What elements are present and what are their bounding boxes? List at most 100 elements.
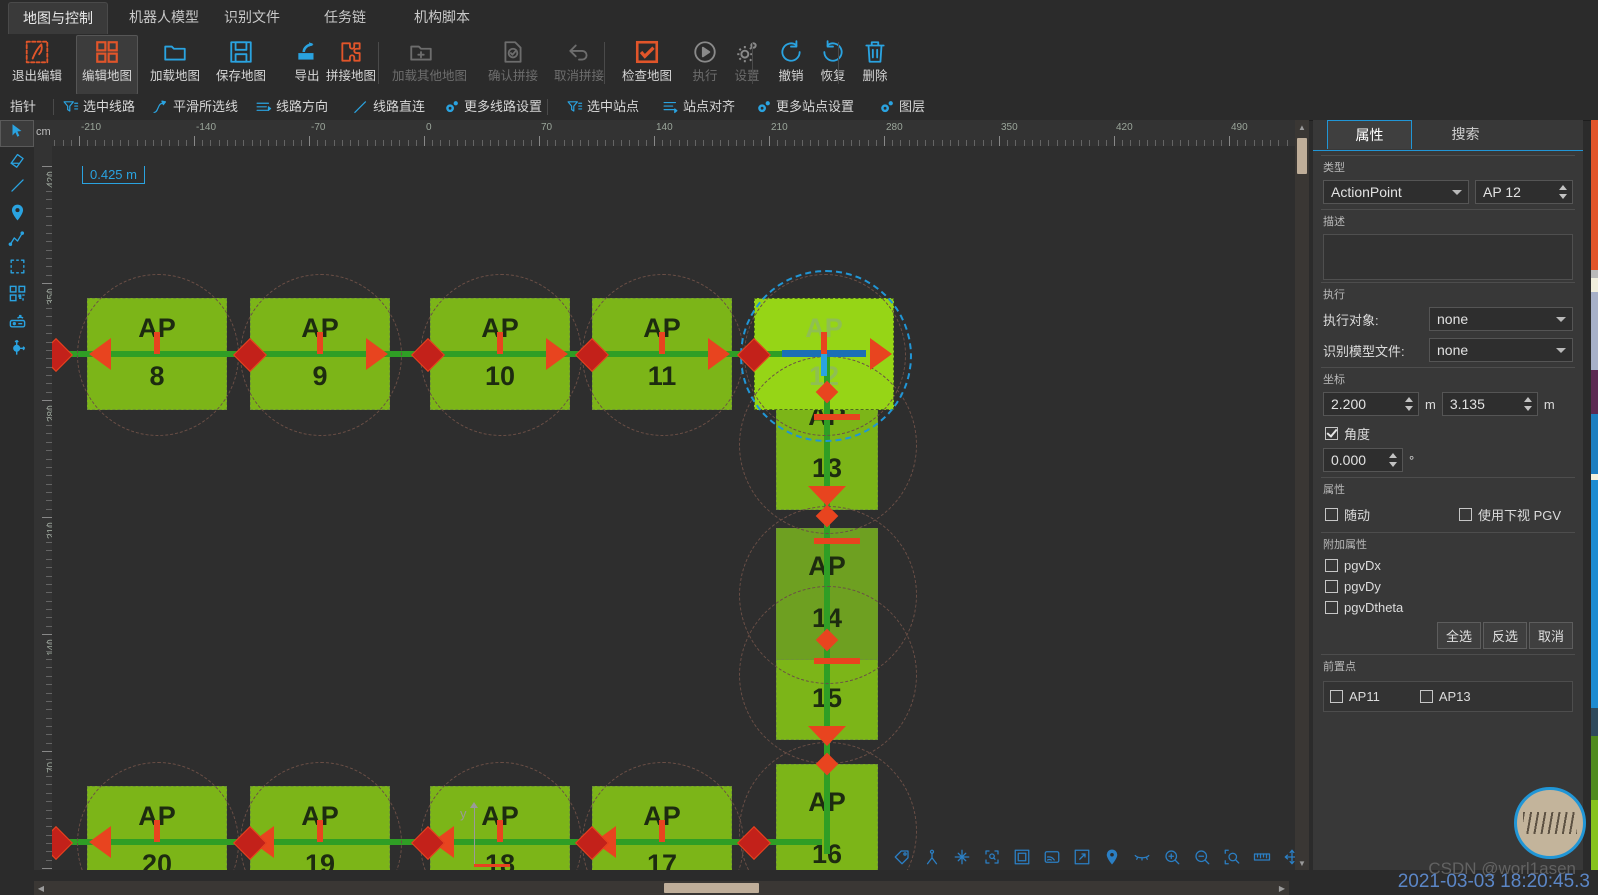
clear-selection-button[interactable]: 取消 xyxy=(1528,622,1573,649)
vertical-scroll-thumb[interactable] xyxy=(1297,138,1307,174)
description-textarea[interactable] xyxy=(1323,234,1573,280)
ruler-tick xyxy=(654,136,655,146)
fit-screen-icon[interactable] xyxy=(1013,848,1031,866)
panel-scrollbar-strip[interactable] xyxy=(1591,120,1598,870)
map-plot[interactable]: AP17AP18AP19AP20AP16AP15AP14AP13AP12AP11… xyxy=(52,146,1309,870)
invert-selection-button[interactable]: 反选 xyxy=(1482,622,1527,649)
type-index-spinner[interactable]: AP 12 xyxy=(1475,180,1573,204)
canvas-vertical-scrollbar[interactable]: ▲ ▼ xyxy=(1295,120,1309,870)
subtool-7-button[interactable]: 站点对齐 xyxy=(662,94,735,120)
subtool-4-button[interactable]: 线路直连 xyxy=(352,94,425,120)
ruler-tick xyxy=(79,136,80,146)
pgvdy-checkbox[interactable] xyxy=(1325,580,1338,593)
subtool-3-button[interactable]: 线路方向 xyxy=(255,94,328,120)
spinner-down-icon[interactable] xyxy=(1389,462,1397,467)
ribbon-button-label: 保存地图 xyxy=(215,69,266,83)
marker-icon[interactable] xyxy=(1103,848,1121,866)
subtool-2-button[interactable]: 平滑所选线 xyxy=(152,94,238,120)
rail-line-tool-button[interactable] xyxy=(0,174,34,201)
zoom-out-icon[interactable] xyxy=(1193,848,1211,866)
map-canvas-area[interactable]: cm -210 -140 -70 0 70 140 210 280 350 420 490 4203… xyxy=(34,120,1309,870)
follow-checkbox[interactable] xyxy=(1325,508,1338,521)
rail-rect-select-button[interactable] xyxy=(0,255,34,282)
subtool-5-button[interactable]: 更多线路设置 xyxy=(443,94,542,120)
zoom-select-icon[interactable] xyxy=(1223,848,1241,866)
main-tab-1[interactable]: 机器人模型 xyxy=(115,2,213,33)
zoom-region-icon[interactable] xyxy=(983,848,1001,866)
rail-polyline-button[interactable] xyxy=(0,228,34,255)
zoom-in-icon[interactable] xyxy=(1163,848,1181,866)
ruler-tick xyxy=(42,166,52,167)
node-orientation-tick xyxy=(317,332,323,354)
ruler-icon[interactable] xyxy=(1253,848,1271,866)
model-file-combo[interactable]: none xyxy=(1429,338,1573,362)
polyline-icon xyxy=(8,230,27,254)
pre-ap13-checkbox[interactable] xyxy=(1419,690,1433,703)
ruler-tick xyxy=(1229,136,1230,146)
rail-cursor-button[interactable] xyxy=(0,120,34,147)
ribbon-save-button[interactable]: 保存地图 xyxy=(212,36,270,92)
spinner-up-icon[interactable] xyxy=(1389,453,1397,458)
rail-pin-button[interactable] xyxy=(0,201,34,228)
tab-properties[interactable]: 属性 xyxy=(1327,120,1412,149)
main-tab-0[interactable]: 地图与控制 xyxy=(8,2,108,34)
pgvdx-checkbox[interactable] xyxy=(1325,559,1338,572)
ribbon-grid-button[interactable]: 编辑地图 xyxy=(76,35,138,95)
spinner-up-icon[interactable] xyxy=(1559,185,1567,190)
type-index-value: AP 12 xyxy=(1483,184,1521,200)
angle-input[interactable]: 0.000 xyxy=(1323,448,1403,472)
ribbon-trash-button[interactable]: 删除 xyxy=(846,36,904,92)
canvas-horizontal-scrollbar[interactable]: ◀ ▶ xyxy=(34,881,1289,895)
spinner-up-icon[interactable] xyxy=(1405,397,1413,402)
horizontal-scroll-thumb[interactable] xyxy=(664,883,759,893)
cast-icon[interactable] xyxy=(1043,848,1061,866)
main-tab-4[interactable]: 机构脚本 xyxy=(400,2,484,33)
coord-x-input[interactable]: 2.200 xyxy=(1323,392,1419,416)
main-tab-2[interactable]: 识别文件 xyxy=(210,2,294,33)
select-all-button[interactable]: 全选 xyxy=(1436,622,1481,649)
spinner-down-icon[interactable] xyxy=(1405,406,1413,411)
ribbon-button-label: 检查地图 xyxy=(621,69,672,83)
subtool-1-button[interactable]: 选中线路 xyxy=(62,94,135,120)
expand-icon[interactable] xyxy=(1073,848,1091,866)
undo-arrow-icon xyxy=(550,36,608,68)
main-tab-3[interactable]: 任务链 xyxy=(310,2,380,33)
subtool-8-button[interactable]: 更多站点设置 xyxy=(755,94,854,120)
spinner-down-icon[interactable] xyxy=(1559,194,1567,199)
subtool-6-button[interactable]: 选中站点 xyxy=(566,94,639,120)
scroll-down-arrow[interactable]: ▼ xyxy=(1295,856,1309,870)
angle-checkbox[interactable] xyxy=(1325,427,1338,440)
scroll-right-arrow[interactable]: ▶ xyxy=(1275,881,1289,895)
tag-icon[interactable] xyxy=(893,848,911,866)
subtool-9-button[interactable]: 图层 xyxy=(878,94,925,120)
coord-y-input[interactable]: 3.135 xyxy=(1441,392,1538,416)
direction-arrow xyxy=(808,486,846,506)
pgvdtheta-checkbox[interactable] xyxy=(1325,601,1338,614)
node-orientation-tick xyxy=(317,820,323,842)
crosshair-icon[interactable] xyxy=(953,848,971,866)
type-combo[interactable]: ActionPoint xyxy=(1323,180,1469,204)
tripod-icon[interactable] xyxy=(923,848,941,866)
tab-search[interactable]: 搜索 xyxy=(1423,120,1508,149)
ribbon-quill-button[interactable]: 退出编辑 xyxy=(8,36,66,92)
pgv-checkbox[interactable] xyxy=(1459,508,1472,521)
rail-rfid-button[interactable] xyxy=(0,309,34,336)
pre-ap11-checkbox[interactable] xyxy=(1330,690,1343,703)
scroll-up-arrow[interactable]: ▲ xyxy=(1295,120,1309,134)
spinner-up-icon[interactable] xyxy=(1523,397,1532,402)
waypoint-diamond[interactable] xyxy=(52,338,73,372)
archive-icon xyxy=(392,36,450,68)
spinner-down-icon[interactable] xyxy=(1523,406,1532,411)
subtool-0-button[interactable]: 指针 xyxy=(10,94,36,120)
rail-axis-button[interactable] xyxy=(0,336,34,363)
eye-closed-icon[interactable] xyxy=(1133,848,1151,866)
node-orientation-tick xyxy=(154,332,160,354)
ribbon-puzzle-button[interactable]: 拼接地图 xyxy=(322,36,380,92)
scroll-left-arrow[interactable]: ◀ xyxy=(34,881,48,895)
ribbon-folder-button[interactable]: 加载地图 xyxy=(146,36,204,92)
rail-eraser-button[interactable] xyxy=(0,147,34,174)
rail-qr-button[interactable] xyxy=(0,282,34,309)
ribbon-checkbox-button[interactable]: 检查地图 xyxy=(618,36,676,92)
exec-target-combo[interactable]: none xyxy=(1429,307,1573,331)
waypoint-diamond[interactable] xyxy=(52,826,73,860)
